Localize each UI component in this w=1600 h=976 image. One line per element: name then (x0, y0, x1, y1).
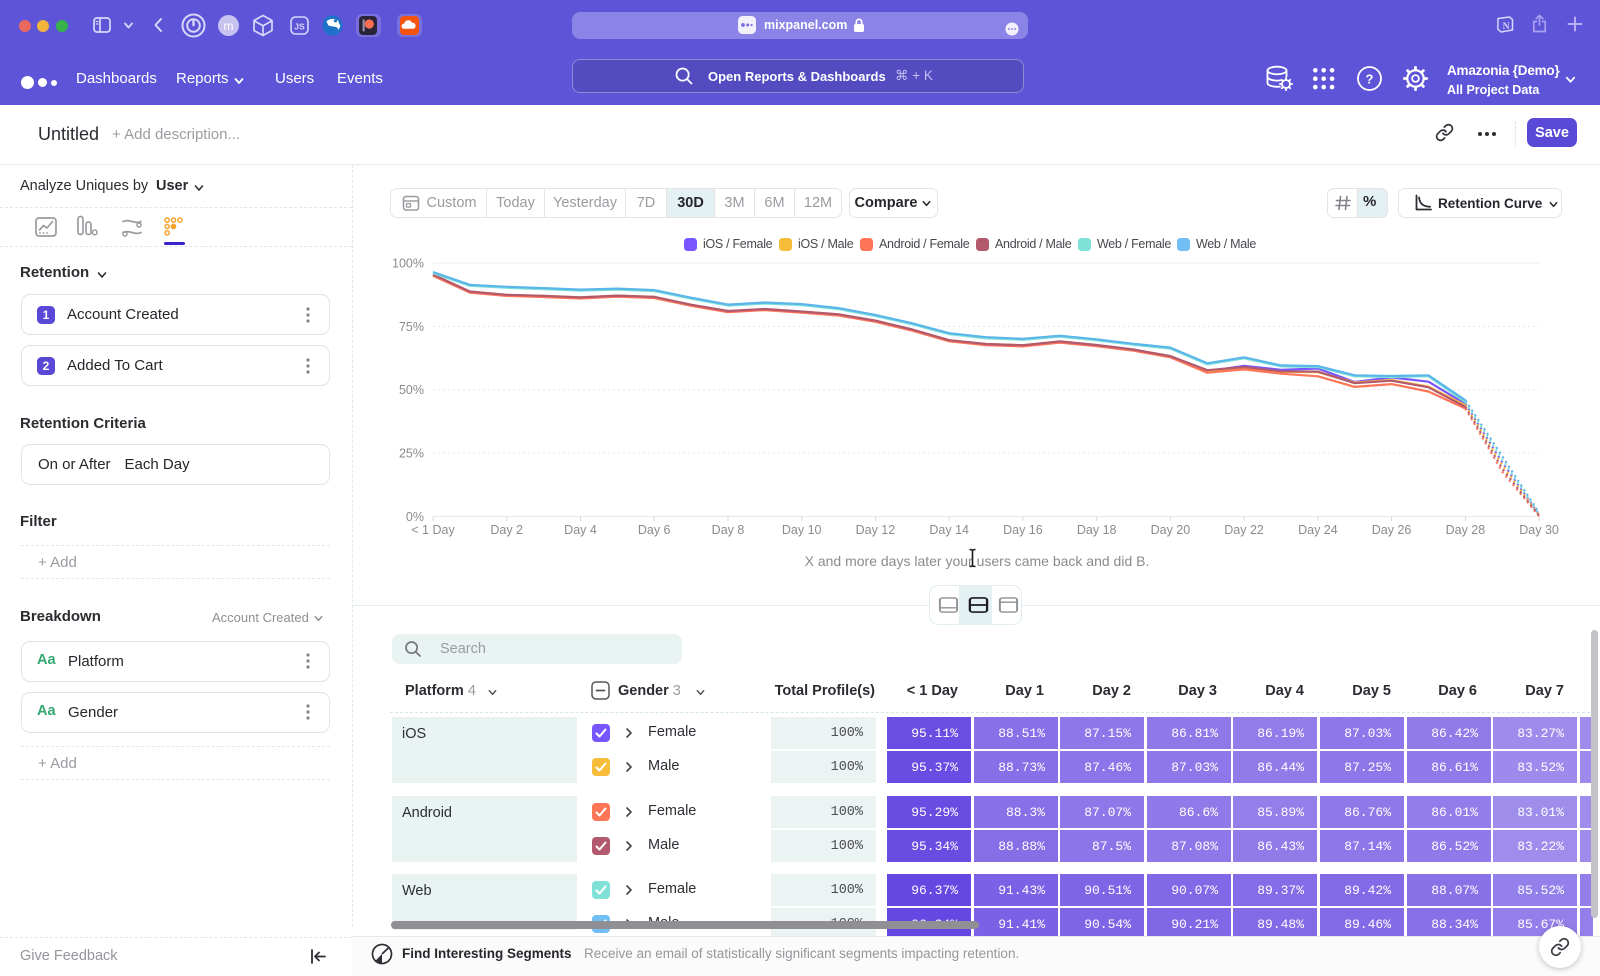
svg-text:75%: 75% (399, 320, 424, 334)
svg-text:Day 16: Day 16 (1003, 523, 1043, 537)
svg-text:Day 26: Day 26 (1372, 523, 1412, 537)
svg-text:Day 2: Day 2 (490, 523, 523, 537)
svg-text:Day 22: Day 22 (1224, 523, 1264, 537)
svg-text:Day 14: Day 14 (929, 523, 969, 537)
svg-text:Day 28: Day 28 (1446, 523, 1486, 537)
svg-text:Day 4: Day 4 (564, 523, 597, 537)
svg-text:< 1 Day: < 1 Day (411, 523, 455, 537)
svg-text:Day 10: Day 10 (782, 523, 822, 537)
svg-text:Day 8: Day 8 (712, 523, 745, 537)
svg-text:Day 20: Day 20 (1151, 523, 1191, 537)
svg-text:25%: 25% (399, 447, 424, 461)
svg-text:Day 12: Day 12 (856, 523, 896, 537)
svg-text:Day 30: Day 30 (1519, 523, 1559, 537)
svg-text:0%: 0% (406, 510, 424, 524)
svg-text:100%: 100% (392, 257, 424, 271)
svg-text:Day 24: Day 24 (1298, 523, 1338, 537)
svg-text:50%: 50% (399, 383, 424, 397)
svg-text:Day 18: Day 18 (1077, 523, 1117, 537)
svg-text:Day 6: Day 6 (638, 523, 671, 537)
